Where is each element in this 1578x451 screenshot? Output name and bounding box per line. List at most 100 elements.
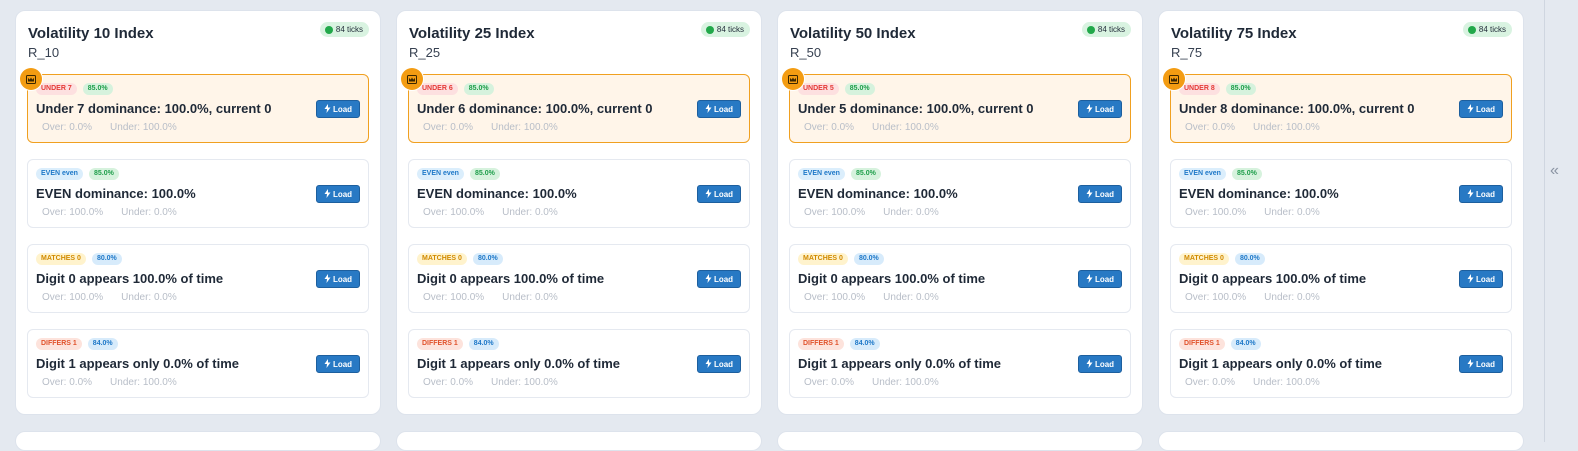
load-label: Load (1094, 104, 1115, 114)
card-header: Volatility 50 Index R_50 84 ticks (789, 22, 1131, 74)
signal-tags: EVEN even 85.0% (417, 168, 741, 180)
load-button[interactable]: Load (1078, 270, 1122, 288)
crown-icon (20, 68, 42, 90)
load-button[interactable]: Load (697, 270, 741, 288)
signal-row: UNDER 8 85.0% Under 8 dominance: 100.0%, c… (1163, 68, 1512, 143)
signal-row: UNDER 6 85.0% Under 6 dominance: 100.0%, c… (401, 68, 750, 143)
signal-row: MATCHES 0 80.0% Digit 0 appears 100.0% of … (1170, 244, 1512, 313)
under-stat: Under: 100.0% (491, 122, 558, 133)
confidence-badge: 85.0% (463, 83, 494, 95)
load-label: Load (713, 104, 734, 114)
confidence-badge: 85.0% (850, 168, 881, 180)
market-card (15, 431, 381, 451)
collapse-panel-icon[interactable]: « (1550, 161, 1559, 181)
load-button[interactable]: Load (1078, 185, 1122, 203)
load-button[interactable]: Load (1459, 100, 1503, 118)
confidence-badge: 84.0% (849, 338, 880, 350)
bolt-icon (1467, 358, 1474, 370)
market-title: Volatility 50 Index (790, 25, 916, 42)
signal-type-badge: UNDER 7 (36, 83, 77, 95)
market-card: Volatility 10 Index R_10 84 ticks UNDER 7 85… (15, 10, 381, 415)
load-label: Load (332, 104, 353, 114)
market-symbol: R_75 (1171, 45, 1203, 60)
under-stat: Under: 0.0% (883, 292, 939, 303)
confidence-badge: 80.0% (472, 253, 503, 265)
confidence-badge: 80.0% (1234, 253, 1265, 265)
signal-stats: Over: 0.0% Under: 100.0% (798, 377, 1122, 389)
load-button[interactable]: Load (1459, 185, 1503, 203)
signal-row: EVEN even 85.0% EVEN dominance: 100.0% Over… (27, 159, 369, 228)
market-cards: Volatility 10 Index R_10 84 ticks UNDER 7 85… (15, 10, 1524, 415)
signal-type-badge: UNDER 8 (1179, 83, 1220, 95)
load-button[interactable]: Load (1078, 100, 1122, 118)
ticks-count: 84 ticks (1097, 25, 1125, 34)
load-label: Load (1094, 274, 1115, 284)
ticks-badge: 84 ticks (700, 22, 750, 37)
signal-type-badge: UNDER 6 (417, 83, 458, 95)
signal-tags: UNDER 6 85.0% (417, 83, 741, 95)
load-button[interactable]: Load (697, 100, 741, 118)
signal-row: DIFFERS 1 84.0% Digit 1 appears only 0.0% … (789, 329, 1131, 398)
confidence-badge: 80.0% (91, 253, 122, 265)
load-button[interactable]: Load (316, 270, 360, 288)
load-button[interactable]: Load (697, 355, 741, 373)
under-stat: Under: 100.0% (872, 122, 939, 133)
crown-icon (782, 68, 804, 90)
load-button[interactable]: Load (316, 355, 360, 373)
signal-description: Digit 0 appears 100.0% of time (417, 271, 605, 286)
signal-stats: Over: 0.0% Under: 100.0% (417, 122, 741, 134)
signal-type-badge: MATCHES 0 (798, 253, 848, 265)
bolt-icon (1467, 273, 1474, 285)
card-header: Volatility 25 Index R_25 84 ticks (408, 22, 750, 74)
signal-row: DIFFERS 1 84.0% Digit 1 appears only 0.0% … (1170, 329, 1512, 398)
load-label: Load (1475, 274, 1496, 284)
load-label: Load (332, 189, 353, 199)
load-label: Load (1475, 359, 1496, 369)
ticks-badge: 84 ticks (1081, 22, 1131, 37)
load-button[interactable]: Load (1459, 270, 1503, 288)
confidence-badge: 84.0% (468, 338, 499, 350)
load-button[interactable]: Load (1459, 355, 1503, 373)
ticks-badge: 84 ticks (319, 22, 369, 37)
live-status-dot-icon (324, 25, 333, 34)
signal-type-badge: DIFFERS 1 (1179, 338, 1225, 350)
load-button[interactable]: Load (1078, 355, 1122, 373)
signal-stats: Over: 0.0% Under: 100.0% (417, 377, 741, 389)
bolt-icon (1086, 103, 1093, 115)
load-button[interactable]: Load (316, 100, 360, 118)
confidence-badge: 85.0% (88, 168, 119, 180)
signal-description: Digit 1 appears only 0.0% of time (798, 356, 1001, 371)
card-header: Volatility 75 Index R_75 84 ticks (1170, 22, 1512, 74)
signal-tags: DIFFERS 1 84.0% (36, 338, 360, 350)
load-label: Load (332, 274, 353, 284)
under-stat: Under: 0.0% (502, 207, 558, 218)
confidence-badge: 84.0% (87, 338, 118, 350)
signal-stats: Over: 0.0% Under: 100.0% (1179, 122, 1503, 134)
signal-description: Under 8 dominance: 100.0%, current 0 (1179, 101, 1415, 116)
signal-stats: Over: 100.0% Under: 0.0% (36, 292, 360, 304)
confidence-badge: 85.0% (1225, 83, 1256, 95)
load-label: Load (1475, 189, 1496, 199)
signal-description: Under 6 dominance: 100.0%, current 0 (417, 101, 653, 116)
confidence-badge: 85.0% (469, 168, 500, 180)
signal-tags: UNDER 7 85.0% (36, 83, 360, 95)
live-status-dot-icon (1086, 25, 1095, 34)
bolt-icon (1467, 188, 1474, 200)
bolt-icon (324, 188, 331, 200)
crown-icon (401, 68, 423, 90)
signal-description: Digit 0 appears 100.0% of time (36, 271, 224, 286)
market-card: Volatility 50 Index R_50 84 ticks UNDER 5 85… (777, 10, 1143, 415)
signal-row: DIFFERS 1 84.0% Digit 1 appears only 0.0% … (408, 329, 750, 398)
bolt-icon (324, 358, 331, 370)
signal-stats: Over: 0.0% Under: 100.0% (36, 377, 360, 389)
bolt-icon (1086, 188, 1093, 200)
load-button[interactable]: Load (316, 185, 360, 203)
bolt-icon (324, 103, 331, 115)
signal-type-badge: DIFFERS 1 (417, 338, 463, 350)
signal-row: EVEN even 85.0% EVEN dominance: 100.0% Over… (1170, 159, 1512, 228)
load-button[interactable]: Load (697, 185, 741, 203)
bolt-icon (1086, 358, 1093, 370)
signal-description: EVEN dominance: 100.0% (36, 186, 196, 201)
under-stat: Under: 100.0% (872, 377, 939, 388)
signal-tags: EVEN even 85.0% (798, 168, 1122, 180)
